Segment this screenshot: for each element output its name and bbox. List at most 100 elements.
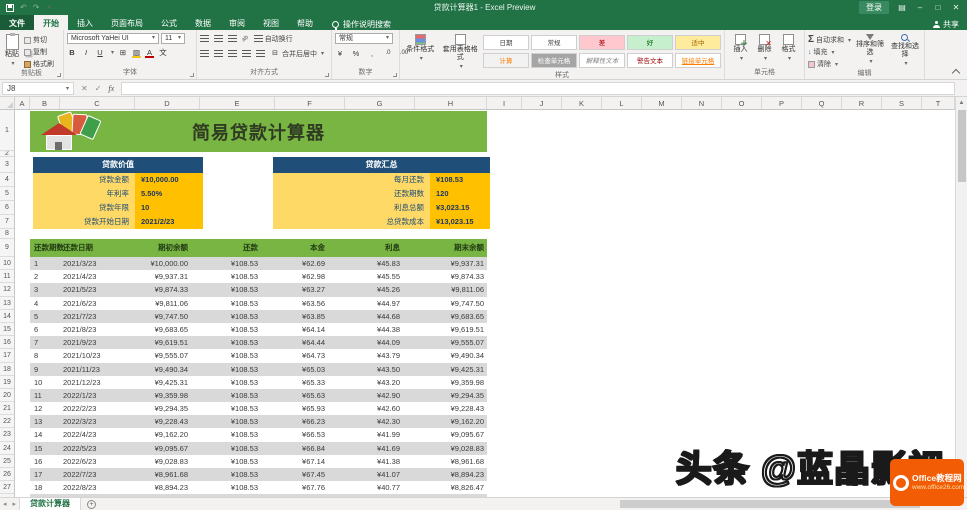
row-header[interactable]: 14 [0, 310, 14, 323]
table-cell[interactable]: ¥108.53 [200, 363, 275, 376]
table-cell[interactable]: ¥9,683.65 [415, 310, 487, 323]
ribbon-tab[interactable]: 插入 [68, 15, 102, 30]
table-cell[interactable]: 18 [30, 481, 60, 494]
table-cell[interactable]: 7 [30, 336, 60, 349]
table-cell[interactable]: ¥41.07 [345, 468, 415, 481]
table-cell[interactable]: 11 [30, 389, 60, 402]
cell-style-chip[interactable]: 常规 [531, 35, 577, 50]
table-cell[interactable]: ¥8,961.68 [135, 468, 200, 481]
table-cell[interactable]: ¥9,619.51 [135, 336, 200, 349]
loan-box-value[interactable]: ¥10,000.00 [135, 173, 203, 187]
ribbon-tab[interactable]: 开始 [34, 15, 68, 30]
table-cell[interactable]: ¥42.90 [345, 389, 415, 402]
table-cell[interactable]: ¥9,937.31 [415, 257, 487, 270]
table-cell[interactable]: ¥9,490.34 [135, 363, 200, 376]
table-cell[interactable]: ¥9,228.43 [135, 415, 200, 428]
table-cell[interactable]: ¥63.27 [275, 283, 345, 296]
column-header[interactable]: T [922, 97, 955, 109]
increase-indent-icon[interactable] [256, 50, 265, 57]
row-header[interactable]: 7 [0, 215, 14, 229]
sheet-nav-right-icon[interactable]: ▸ [10, 500, 20, 508]
ribbon-tab[interactable]: 页面布局 [102, 15, 152, 30]
font-color-icon[interactable]: A [145, 48, 154, 58]
vertical-scrollbar[interactable]: ▲ ▼ [955, 97, 967, 497]
row-header[interactable]: 25 [0, 455, 14, 468]
row-header[interactable]: 13 [0, 297, 14, 310]
align-right-icon[interactable] [228, 50, 237, 57]
table-row[interactable]: 12021/3/23¥10,000.00¥108.53¥62.69¥45.83¥… [30, 257, 487, 270]
row-header[interactable]: 17 [0, 349, 14, 362]
table-cell[interactable]: ¥108.53 [200, 257, 275, 270]
table-row[interactable]: 112022/1/23¥9,359.98¥108.53¥65.63¥42.90¥… [30, 389, 487, 402]
number-format-select[interactable]: 常规▾ [335, 33, 393, 44]
table-cell[interactable]: ¥9,095.67 [415, 428, 487, 441]
table-cell[interactable]: ¥9,937.31 [135, 270, 200, 283]
table-cell[interactable]: ¥9,294.35 [415, 389, 487, 402]
cut-button[interactable]: 剪切 [24, 35, 54, 45]
column-header[interactable]: N [682, 97, 722, 109]
redo-icon[interactable]: ↷ [33, 3, 40, 12]
row-header[interactable]: 1 [0, 110, 14, 151]
column-header[interactable]: J [522, 97, 562, 109]
collapse-ribbon-icon[interactable] [952, 69, 960, 77]
table-cell[interactable]: ¥44.09 [345, 336, 415, 349]
table-row[interactable]: 72021/9/23¥9,619.51¥108.53¥64.44¥44.09¥9… [30, 336, 487, 349]
tell-me-search[interactable]: 操作说明搜索 [332, 19, 391, 30]
table-row[interactable]: 172022/7/23¥8,961.68¥108.53¥67.45¥41.07¥… [30, 468, 487, 481]
table-cell[interactable]: ¥9,162.20 [135, 428, 200, 441]
table-row[interactable]: 42021/6/23¥9,811.06¥108.53¥63.56¥44.97¥9… [30, 297, 487, 310]
paste-button[interactable]: 粘贴▾ [3, 33, 21, 69]
italic-button[interactable]: I [81, 47, 91, 58]
table-cell[interactable]: ¥9,747.50 [135, 310, 200, 323]
table-cell[interactable]: ¥43.20 [345, 376, 415, 389]
ribbon-tab[interactable]: 审阅 [220, 15, 254, 30]
table-cell[interactable]: ¥63.85 [275, 310, 345, 323]
ribbon-tab[interactable]: 文件 [0, 15, 34, 30]
alignment-dialog-launcher[interactable] [325, 73, 329, 77]
comma-style-icon[interactable]: , [367, 48, 377, 59]
table-cell[interactable]: ¥108.53 [200, 310, 275, 323]
table-cell[interactable]: 16 [30, 455, 60, 468]
ribbon-tab[interactable]: 帮助 [288, 15, 322, 30]
table-cell[interactable]: ¥66.23 [275, 415, 345, 428]
sheet-tab[interactable]: 贷款计算器 [19, 498, 81, 510]
table-cell[interactable]: ¥44.38 [345, 323, 415, 336]
table-cell[interactable]: ¥65.63 [275, 389, 345, 402]
ribbon-tab[interactable]: 公式 [152, 15, 186, 30]
table-cell[interactable]: ¥64.44 [275, 336, 345, 349]
table-cell[interactable]: 2021/10/23 [60, 349, 135, 362]
number-dialog-launcher[interactable] [393, 73, 397, 77]
column-header[interactable]: R [842, 97, 882, 109]
table-cell[interactable]: 2022/4/23 [60, 428, 135, 441]
loan-box-value[interactable]: 2021/2/23 [135, 215, 203, 229]
table-cell[interactable]: ¥63.56 [275, 297, 345, 310]
conditional-formatting-button[interactable]: 条件格式▾ [403, 33, 437, 71]
table-cell[interactable]: ¥8,894.23 [135, 481, 200, 494]
row-header[interactable]: 27 [0, 481, 14, 494]
table-row[interactable]: 182022/8/23¥8,894.23¥108.53¥67.76¥40.77¥… [30, 481, 487, 494]
column-header[interactable]: D [135, 97, 200, 109]
table-row[interactable]: 52021/7/23¥9,747.50¥108.53¥63.85¥44.68¥9… [30, 310, 487, 323]
table-cell[interactable]: ¥9,095.67 [135, 442, 200, 455]
table-row[interactable]: 162022/6/23¥9,028.83¥108.53¥67.14¥41.38¥… [30, 455, 487, 468]
column-header[interactable]: P [762, 97, 802, 109]
delete-cells-button[interactable]: ✕ 删除▾ [756, 33, 774, 68]
loan-box-value[interactable]: 5.50% [135, 187, 203, 201]
table-cell[interactable]: ¥65.93 [275, 402, 345, 415]
table-cell[interactable]: ¥9,619.51 [415, 323, 487, 336]
table-row[interactable]: 82021/10/23¥9,555.07¥108.53¥64.73¥43.79¥… [30, 349, 487, 362]
align-left-icon[interactable] [200, 50, 209, 57]
orientation-icon[interactable]: ab [241, 34, 250, 43]
cell-style-chip[interactable]: 警告文本 [627, 53, 673, 68]
table-cell[interactable]: ¥9,874.33 [135, 283, 200, 296]
row-headers[interactable]: 1234567891011121314151617181920212223242… [0, 110, 15, 497]
table-cell[interactable]: ¥9,162.20 [415, 415, 487, 428]
table-cell[interactable]: ¥42.60 [345, 402, 415, 415]
maximize-button[interactable]: □ [933, 3, 943, 12]
table-cell[interactable]: 2 [30, 270, 60, 283]
cell-style-chip[interactable]: 链接单元格 [675, 53, 721, 68]
row-header[interactable]: 19 [0, 376, 14, 389]
column-header[interactable]: F [275, 97, 345, 109]
share-button[interactable]: 共享 [933, 19, 967, 30]
row-header[interactable]: 26 [0, 468, 14, 481]
